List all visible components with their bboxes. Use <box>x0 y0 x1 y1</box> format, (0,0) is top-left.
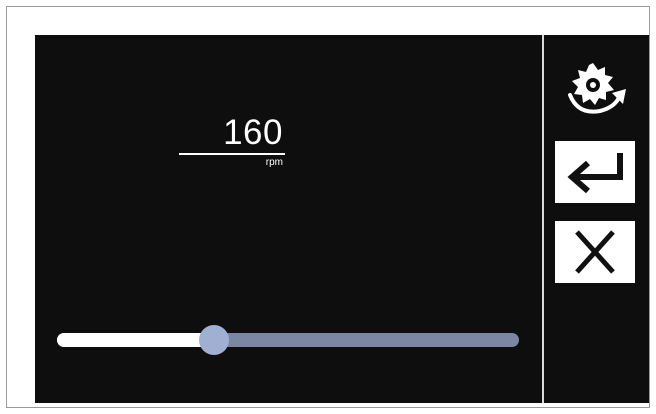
side-panel <box>544 35 649 403</box>
slider-fill <box>57 333 214 347</box>
enter-button[interactable] <box>555 141 635 203</box>
main-panel: 160 rpm <box>35 35 542 403</box>
speed-value: 160 <box>223 113 283 152</box>
speed-underline <box>179 153 285 155</box>
saw-blade-rotate-icon <box>568 63 626 114</box>
close-icon <box>575 230 615 274</box>
device-frame: 160 rpm <box>6 6 650 408</box>
speed-unit: rpm <box>265 157 283 168</box>
slider-thumb[interactable] <box>199 325 229 355</box>
display-screen: 160 rpm <box>35 35 649 403</box>
rotate-saw-button[interactable] <box>560 55 630 125</box>
speed-readout: 160 rpm <box>179 115 285 175</box>
enter-return-icon <box>567 153 623 194</box>
speed-slider[interactable] <box>57 325 521 355</box>
cancel-button[interactable] <box>555 221 635 283</box>
